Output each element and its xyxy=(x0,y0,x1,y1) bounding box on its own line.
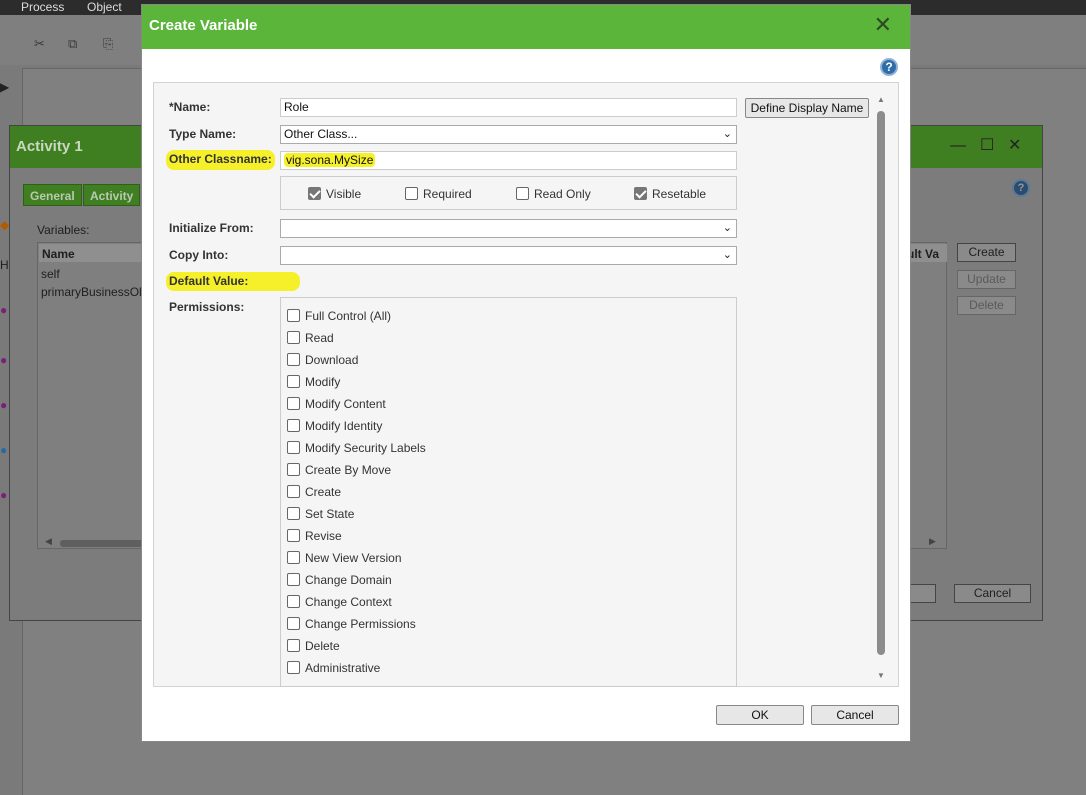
read-only-checkbox[interactable] xyxy=(516,187,529,200)
cancel-button[interactable]: Cancel xyxy=(954,584,1031,603)
permission-label: Modify xyxy=(305,375,341,389)
chevron-down-icon: ⌄ xyxy=(722,128,732,140)
name-header[interactable]: Name xyxy=(42,247,75,261)
resetable-checkbox[interactable] xyxy=(634,187,647,200)
change-domain-checkbox[interactable] xyxy=(287,573,300,586)
permission-label: Read xyxy=(305,331,334,345)
modify-checkbox[interactable] xyxy=(287,375,300,388)
cancel-button[interactable]: Cancel xyxy=(811,705,899,725)
paste-icon[interactable]: ⎘ xyxy=(103,37,119,51)
tab-general[interactable]: General xyxy=(23,184,82,206)
permission-label: Change Permissions xyxy=(305,617,416,631)
table-row[interactable]: self xyxy=(41,267,60,281)
permission-label: Download xyxy=(305,353,359,367)
help-icon[interactable]: ? xyxy=(880,58,898,76)
close-icon[interactable]: ✕ xyxy=(1008,138,1021,154)
revise-checkbox[interactable] xyxy=(287,529,300,542)
maximize-icon[interactable]: ☐ xyxy=(980,138,994,154)
permission-label: Modify Security Labels xyxy=(305,441,426,455)
dialog-title: Create Variable xyxy=(149,17,258,34)
vertical-scrollbar[interactable]: ▲ ▼ xyxy=(875,87,887,687)
read-checkbox[interactable] xyxy=(287,331,300,344)
dialog-header: Create Variable ✕ xyxy=(142,5,910,49)
permission-label: New View Version xyxy=(305,551,402,565)
visible-checkbox[interactable] xyxy=(308,187,321,200)
default-value-label: Default Value: xyxy=(166,272,301,291)
activity-title: Activity 1 xyxy=(16,138,83,155)
permissions-label: Permissions: xyxy=(169,300,245,314)
copy-icon[interactable]: ⧉ xyxy=(68,37,84,51)
tab-activity[interactable]: Activity xyxy=(83,184,141,206)
name-label: *Name: xyxy=(169,100,211,114)
required-checkbox[interactable] xyxy=(405,187,418,200)
permission-label: Delete xyxy=(305,639,340,653)
permission-label: Modify Identity xyxy=(305,419,383,433)
other-classname-input[interactable]: vig.sona.MySize xyxy=(280,151,737,170)
new-view-version-checkbox[interactable] xyxy=(287,551,300,564)
hidden-button[interactable] xyxy=(910,584,936,603)
set-state-checkbox[interactable] xyxy=(287,507,300,520)
name-input[interactable]: Role xyxy=(280,98,737,117)
type-name-value: Other Class... xyxy=(284,127,358,141)
copy-into-label: Copy Into: xyxy=(169,248,229,262)
variables-label: Variables: xyxy=(37,223,90,237)
download-checkbox[interactable] xyxy=(287,353,300,366)
delete-button[interactable]: Delete xyxy=(957,296,1016,315)
copy-into-select[interactable]: ⌄ xyxy=(280,246,737,265)
other-classname-label: Other Classname: xyxy=(166,150,275,170)
modify-security-labels-checkbox[interactable] xyxy=(287,441,300,454)
permission-label: Change Context xyxy=(305,595,392,609)
create-checkbox[interactable] xyxy=(287,485,300,498)
administrative-checkbox[interactable] xyxy=(287,661,300,674)
minimize-icon[interactable]: — xyxy=(950,138,966,154)
permission-label: Full Control (All) xyxy=(305,309,392,323)
permission-label: Create By Move xyxy=(305,463,392,477)
permission-label: Change Domain xyxy=(305,573,392,587)
default-value-header[interactable]: ult Va xyxy=(907,247,939,261)
chevron-down-icon: ⌄ xyxy=(722,222,732,234)
permissions-list: Full Control (All) Read Download Modify … xyxy=(280,297,737,687)
permission-label: Set State xyxy=(305,507,355,521)
cut-icon[interactable]: ✂ xyxy=(34,37,50,51)
update-button[interactable]: Update xyxy=(957,270,1016,289)
delete-checkbox[interactable] xyxy=(287,639,300,652)
table-row[interactable]: primaryBusinessOl xyxy=(41,285,142,299)
type-name-label: Type Name: xyxy=(169,127,237,141)
close-icon[interactable]: ✕ xyxy=(874,14,892,36)
visible-label: Visible xyxy=(326,187,362,201)
ok-button[interactable]: OK xyxy=(716,705,804,725)
other-classname-value: vig.sona.MySize xyxy=(284,153,376,167)
flags-group: Visible Required Read Only Resetable xyxy=(280,176,737,210)
scroll-right-icon[interactable]: ▶ xyxy=(929,536,936,547)
full-control-checkbox[interactable] xyxy=(287,309,300,322)
permission-label: Administrative xyxy=(305,661,381,675)
form-panel: *Name: Role Define Display Name Type Nam… xyxy=(153,82,899,687)
modify-identity-checkbox[interactable] xyxy=(287,419,300,432)
modify-content-checkbox[interactable] xyxy=(287,397,300,410)
create-variable-dialog: Create Variable ✕ ? *Name: Role Define D… xyxy=(141,4,911,742)
initialize-from-label: Initialize From: xyxy=(169,221,254,235)
initialize-from-select[interactable]: ⌄ xyxy=(280,219,737,238)
menu-process[interactable]: Process xyxy=(21,0,64,14)
scroll-up-icon[interactable]: ▲ xyxy=(877,95,885,104)
required-label: Required xyxy=(423,187,472,201)
scroll-left-icon[interactable]: ◀ xyxy=(45,536,52,547)
type-name-select[interactable]: Other Class... ⌄ xyxy=(280,125,737,144)
permission-label: Create xyxy=(305,485,342,499)
arrow-right-icon[interactable]: ▶ xyxy=(0,80,10,94)
change-permissions-checkbox[interactable] xyxy=(287,617,300,630)
create-button[interactable]: Create xyxy=(957,243,1016,262)
read-only-label: Read Only xyxy=(534,187,591,201)
chevron-down-icon: ⌄ xyxy=(722,249,732,261)
create-by-move-checkbox[interactable] xyxy=(287,463,300,476)
define-display-name-button[interactable]: Define Display Name xyxy=(745,98,869,118)
permission-label: Modify Content xyxy=(305,397,386,411)
change-context-checkbox[interactable] xyxy=(287,595,300,608)
resetable-label: Resetable xyxy=(652,187,707,201)
permission-label: Revise xyxy=(305,529,342,543)
scroll-down-icon[interactable]: ▼ xyxy=(877,671,885,680)
menu-object[interactable]: Object xyxy=(87,0,122,14)
help-icon[interactable]: ? xyxy=(1012,179,1030,197)
scroll-thumb[interactable] xyxy=(877,111,885,655)
